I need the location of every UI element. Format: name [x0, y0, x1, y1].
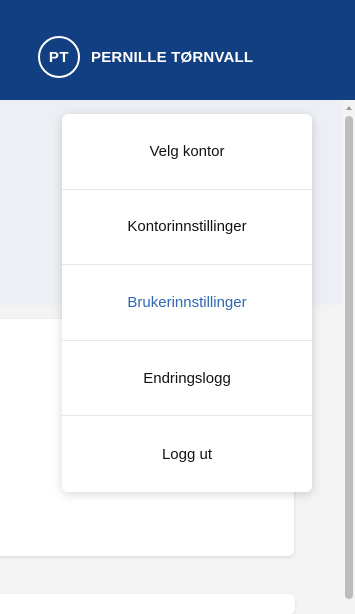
user-dropdown-menu: Velg kontor Kontorinnstillinger Brukerin…	[62, 114, 312, 492]
menu-item-brukerinnstillinger[interactable]: Brukerinnstillinger	[62, 265, 312, 341]
menu-item-kontorinnstillinger[interactable]: Kontorinnstillinger	[62, 190, 312, 266]
user-menu-button[interactable]: PT PERNILLE TØRNVALL	[38, 36, 253, 78]
avatar: PT	[38, 36, 80, 78]
scroll-up-arrow-icon[interactable]	[346, 106, 352, 110]
top-header: PT PERNILLE TØRNVALL	[0, 0, 355, 100]
content-card-next	[0, 594, 295, 614]
menu-item-endringslogg[interactable]: Endringslogg	[62, 341, 312, 417]
menu-item-logg-ut[interactable]: Logg ut	[62, 416, 312, 492]
scrollbar-thumb[interactable]	[345, 116, 353, 599]
user-name: PERNILLE TØRNVALL	[91, 48, 254, 66]
menu-item-velg-kontor[interactable]: Velg kontor	[62, 114, 312, 190]
